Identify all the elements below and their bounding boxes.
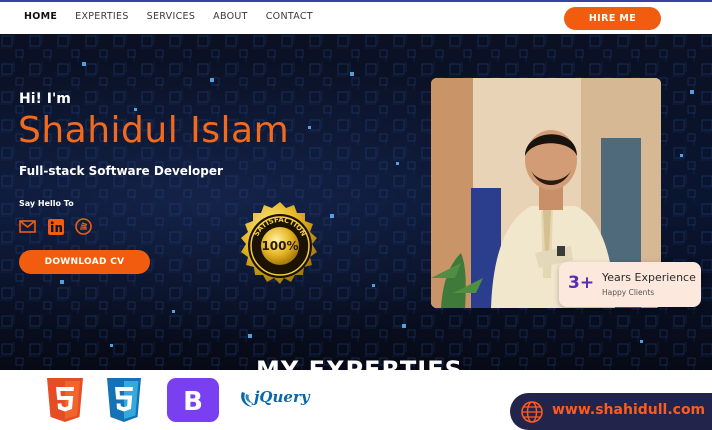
globe-icon	[521, 401, 543, 423]
hero-section: Hi! I'm Shahidul Islam Full-stack Softwa…	[0, 34, 712, 370]
website-url[interactable]: www.shahidull.com	[552, 402, 705, 418]
tech-strip: B jQuery www.shahidull.com	[0, 370, 712, 430]
stackoverflow-icon[interactable]	[75, 218, 92, 235]
badge-percent: 100%	[261, 239, 298, 253]
nav-item-experties[interactable]: EXPERTIES	[75, 11, 129, 22]
experience-title: Years Experience	[602, 271, 696, 284]
social-links	[19, 218, 92, 235]
linkedin-icon[interactable]	[47, 218, 64, 235]
mail-icon[interactable]	[19, 218, 36, 235]
css3-logo	[107, 378, 141, 422]
bootstrap-logo: B	[167, 378, 219, 422]
experience-subtitle: Happy Clients	[602, 288, 655, 297]
nav-item-about[interactable]: ABOUT	[213, 11, 248, 22]
nav-item-contact[interactable]: CONTACT	[266, 11, 313, 22]
say-hello-label: Say Hello To	[19, 199, 74, 208]
hero-role: Full-stack Software Developer	[19, 164, 223, 178]
nav-item-home[interactable]: HOME	[24, 11, 57, 22]
jquery-logo-text: jQuery	[254, 388, 310, 406]
html5-logo	[47, 378, 83, 422]
satisfaction-badge: SATISFACTION 100%	[241, 202, 317, 284]
section-title: MY EXPERTIES	[256, 356, 463, 370]
website-banner[interactable]: www.shahidull.com	[510, 393, 712, 430]
greeting-text: Hi! I'm	[19, 91, 71, 107]
hero-name: Shahidul Islam	[18, 110, 290, 151]
svg-text:B: B	[183, 387, 203, 417]
hire-me-button[interactable]: HIRE ME	[564, 7, 661, 30]
nav-menu: HOME EXPERTIES SERVICES ABOUT CONTACT	[24, 11, 313, 22]
experience-number: 3+	[568, 273, 595, 293]
navbar: HOME EXPERTIES SERVICES ABOUT CONTACT HI…	[0, 0, 712, 34]
nav-item-services[interactable]: SERVICES	[147, 11, 195, 22]
download-cv-button[interactable]: DOWNLOAD CV	[19, 250, 150, 274]
experience-card: 3+ Years Experience Happy Clients	[559, 262, 701, 307]
